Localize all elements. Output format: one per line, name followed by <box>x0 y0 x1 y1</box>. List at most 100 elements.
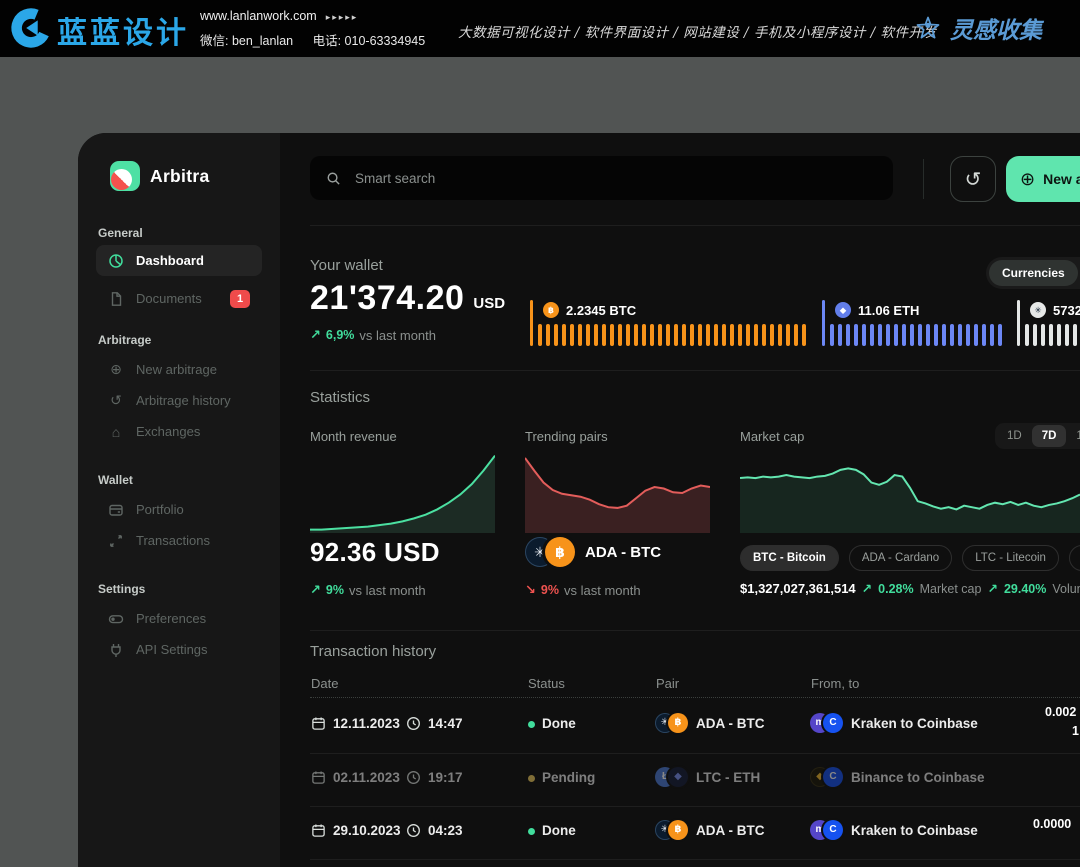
history-icon: ↺ <box>965 167 982 192</box>
new-arbitrage-button[interactable]: ⊕ New arbitrage <box>1006 156 1080 202</box>
btc-icon: ฿ <box>543 302 559 318</box>
row-divider <box>310 806 1080 807</box>
status-dot <box>528 828 535 835</box>
sidebar-item-dashboard[interactable]: Dashboard <box>96 245 262 276</box>
nav-section-general: General <box>98 226 143 240</box>
btc-divider-bar <box>530 300 533 346</box>
tx-pair: ADA - BTC <box>696 823 765 838</box>
inspiration-collect-link[interactable]: 灵感收集 <box>914 11 1042 45</box>
wallet-trend: ↗ 6,9% vs last month <box>310 327 436 343</box>
tx-amount: 0.0000 <box>1033 817 1071 831</box>
tx-status: Done <box>542 823 576 838</box>
portfolio-card-icon <box>108 502 124 518</box>
transaction-row[interactable]: 29.10.2023 04:23 Done ✳ ฿ ADA - BTC m C … <box>280 820 1080 844</box>
search-bar[interactable] <box>310 156 893 200</box>
ada-holding: ✳ 5732.61 ADA <box>1030 302 1080 318</box>
balance-currency: USD <box>473 295 505 315</box>
star-figure-icon <box>914 14 942 42</box>
toggle-icon <box>108 611 124 627</box>
tx-route: Binance to Coinbase <box>851 770 985 785</box>
plug-icon <box>108 642 124 658</box>
coin-pill-ltc[interactable]: LTC - Litecoin <box>962 545 1059 571</box>
statistics-title: Statistics <box>310 389 370 406</box>
arrows-decoration: ▸▸▸▸▸ <box>326 12 359 22</box>
lanlan-logo-icon <box>8 5 54 51</box>
trending-pairs-trend: ↘ 9% vs last month <box>525 582 641 598</box>
trending-pairs-label: Trending pairs <box>525 429 608 444</box>
app-name: Arbitra <box>150 166 209 187</box>
transaction-row[interactable]: 12.11.2023 14:47 Done ✳ ฿ ADA - BTC m C … <box>280 713 1080 737</box>
section-divider <box>310 370 1080 371</box>
coin-pill-ada[interactable]: ADA - Cardano <box>849 545 952 571</box>
btc-icon: ฿ <box>545 537 575 567</box>
calendar-icon <box>311 716 326 731</box>
document-icon <box>108 291 124 307</box>
trending-pair: ✳ ฿ ADA - BTC <box>525 537 661 567</box>
eth-icon: ◆ <box>835 302 851 318</box>
coinbase-icon: C <box>823 713 843 733</box>
balance-value: 21'374.20 <box>310 281 464 315</box>
clock-icon <box>406 716 421 731</box>
eth-divider-bar <box>822 300 825 346</box>
coin-pill-btc[interactable]: BTC - Bitcoin <box>740 545 839 571</box>
column-pair: Pair <box>656 676 679 691</box>
wallet-balance: 21'374.20 USD <box>310 281 505 315</box>
nav-section-wallet: Wallet <box>98 473 133 487</box>
market-cap-chart <box>740 453 1080 533</box>
trend-up-icon: ↗ <box>987 581 997 596</box>
search-icon <box>326 171 341 186</box>
exchange-house-icon: ⌂ <box>108 424 124 440</box>
banner-services-nav[interactable]: 大数据可视化设计 / 软件界面设计 / 网站建设 / 手机及小程序设计 / 软件… <box>458 21 937 41</box>
coinbase-icon: C <box>823 767 843 787</box>
trending-pairs-chart <box>525 453 710 533</box>
calendar-icon <box>311 823 326 838</box>
range-1d[interactable]: 1D <box>997 425 1032 447</box>
sidebar-item-api-settings[interactable]: API Settings <box>96 634 262 665</box>
sidebar-item-documents[interactable]: Documents 1 <box>96 283 262 314</box>
wallet-title: Your wallet <box>310 257 383 274</box>
tab-currencies[interactable]: Currencies <box>989 260 1078 286</box>
nav-section-arbitrage: Arbitrage <box>98 333 151 347</box>
month-revenue-label: Month revenue <box>310 429 397 444</box>
sidebar-item-new-arbitrage[interactable]: ⊕ New arbitrage <box>96 354 262 385</box>
history-icon: ↺ <box>108 392 124 409</box>
dashboard-window: Arbitra General Dashboard Documents 1 Ar… <box>78 133 1080 867</box>
ada-bars <box>1025 324 1080 346</box>
search-input[interactable] <box>353 170 877 187</box>
btc-bars <box>538 324 820 346</box>
sidebar-item-portfolio[interactable]: Portfolio <box>96 494 262 525</box>
trend-up-icon: ↗ <box>862 581 872 596</box>
eth-icon: ◆ <box>668 767 688 787</box>
tx-pair: LTC - ETH <box>696 770 760 785</box>
column-date: Date <box>311 676 338 691</box>
tx-amount: 0.002 <box>1045 705 1076 719</box>
plus-circle-icon: ⊕ <box>1020 169 1035 190</box>
coin-pill-eth[interactable]: ETH - Ethereum <box>1069 545 1080 571</box>
ada-divider-bar <box>1017 300 1020 346</box>
history-button[interactable]: ↺ <box>950 156 996 202</box>
tx-status: Pending <box>542 770 595 785</box>
tx-route: Kraken to Coinbase <box>851 823 978 838</box>
sidebar-item-exchanges[interactable]: ⌂ Exchanges <box>96 416 262 447</box>
month-revenue-trend: ↗ 9% vs last month <box>310 582 426 598</box>
range-7d[interactable]: 7D <box>1032 425 1067 447</box>
eth-holding: ◆ 11.06 ETH <box>835 302 919 318</box>
sidebar-item-preferences[interactable]: Preferences <box>96 603 262 634</box>
ada-icon: ✳ <box>1030 302 1046 318</box>
market-cap-value: $1,327,027,361,514 <box>740 581 856 596</box>
wechat-contact: 微信: ben_lanlan <box>200 34 293 48</box>
range-1m[interactable]: 1M <box>1066 425 1080 447</box>
promo-banner: 蓝蓝设计 www.lanlanwork.com▸▸▸▸▸ 微信: ben_lan… <box>0 0 1080 57</box>
site-url[interactable]: www.lanlanwork.com <box>200 9 317 23</box>
sidebar-item-transactions[interactable]: Transactions <box>96 525 262 556</box>
clock-icon <box>406 823 421 838</box>
phone-contact: 电话: 010-63334945 <box>313 34 426 48</box>
section-divider <box>310 225 1080 226</box>
sidebar-item-arbitrage-history[interactable]: ↺ Arbitrage history <box>96 385 262 416</box>
coinbase-icon: C <box>823 820 843 840</box>
eth-bars <box>830 324 1008 346</box>
tx-route: Kraken to Coinbase <box>851 716 978 731</box>
transaction-row[interactable]: 02.11.2023 19:17 Pending Ł ◆ LTC - ETH ◆… <box>280 767 1080 791</box>
trend-up-icon: ↗ <box>310 327 321 343</box>
banner-site[interactable]: www.lanlanwork.com ▸▸▸▸▸ <box>200 9 358 23</box>
